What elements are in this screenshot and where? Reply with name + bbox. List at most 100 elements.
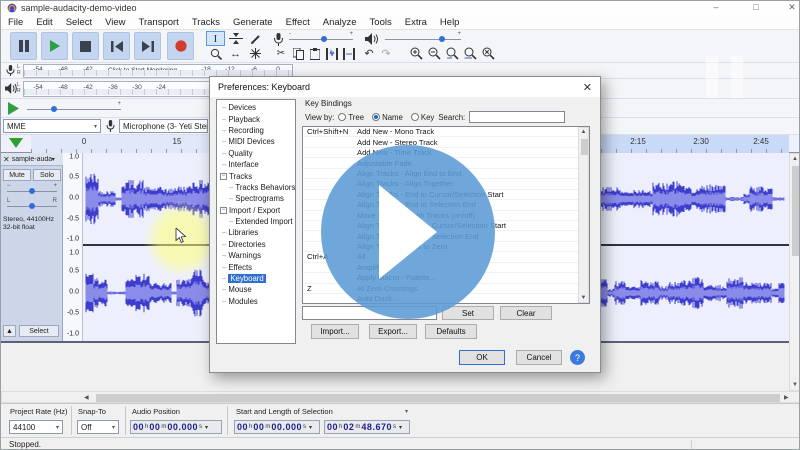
paste-button[interactable] <box>307 46 323 61</box>
menu-item-analyze[interactable]: Analyze <box>323 17 357 28</box>
track-select-button[interactable]: Select <box>19 325 59 337</box>
defaults-button[interactable]: Defaults <box>425 324 477 339</box>
binding-row[interactable]: Ctrl+Shift+NAdd New - Mono Track <box>303 127 589 137</box>
tree-item-recording[interactable]: –Recording <box>219 125 295 136</box>
collapse-track-button[interactable]: ▲ <box>3 325 16 337</box>
menu-item-tracks[interactable]: Tracks <box>192 17 220 28</box>
play-speed-thumb[interactable] <box>51 106 57 112</box>
zoom-tool-button[interactable] <box>206 46 225 61</box>
fit-project-button[interactable] <box>462 46 479 61</box>
scroll-down-icon[interactable]: ▼ <box>790 382 800 388</box>
ruler-right-segment[interactable]: 2:152:302:45 <box>601 135 789 153</box>
tree-item-keyboard[interactable]: –Keyboard <box>219 273 295 284</box>
track-menu-chevron-icon[interactable]: ▾ <box>52 156 55 163</box>
search-input[interactable] <box>469 111 565 123</box>
tree-item-midi-devices[interactable]: –MIDI Devices <box>219 136 295 147</box>
skip-to-start-button[interactable] <box>103 32 130 60</box>
zoom-toggle-button[interactable] <box>480 46 497 61</box>
time-field-chevron-icon[interactable]: ▾ <box>205 424 208 431</box>
menu-item-tools[interactable]: Tools <box>370 17 392 28</box>
zoom-in-button[interactable] <box>408 46 425 61</box>
bindings-scrollbar[interactable]: ▲ ▼ <box>578 127 589 303</box>
help-button[interactable]: ? <box>570 350 585 365</box>
cancel-button[interactable]: Cancel <box>516 350 562 365</box>
audio-host-select[interactable]: MME▾ <box>3 119 101 133</box>
pan-slider[interactable]: LR <box>7 206 57 207</box>
scroll-left-icon[interactable]: ◀ <box>84 394 89 401</box>
track-close-icon[interactable]: ✕ <box>1 155 12 164</box>
menu-item-generate[interactable]: Generate <box>233 17 273 28</box>
pause-button[interactable] <box>10 32 37 60</box>
maximize-button-icon[interactable]: □ <box>749 2 763 12</box>
copy-button[interactable] <box>290 46 306 61</box>
tree-item-tracks[interactable]: −Tracks <box>219 170 295 181</box>
vertical-scale[interactable]: 1.00.50.0-0.5-1.01.00.50.0-0.5-1.0 <box>63 153 83 341</box>
vertical-scroll-thumb[interactable] <box>792 166 800 256</box>
tree-item-spectrograms[interactable]: –Spectrograms <box>219 193 295 204</box>
fit-selection-button[interactable] <box>444 46 461 61</box>
playback-volume-thumb[interactable] <box>439 36 445 42</box>
envelope-tool-button[interactable] <box>226 31 245 46</box>
menu-item-transport[interactable]: Transport <box>139 17 179 28</box>
audio-position-field[interactable]: 00h00m00.000s▾ <box>130 420 222 434</box>
pan-thumb[interactable] <box>29 203 35 209</box>
view-by-radio-tree[interactable]: Tree <box>338 113 364 122</box>
stop-button[interactable] <box>72 32 99 60</box>
close-button-icon[interactable]: ✕ <box>785 2 799 13</box>
menu-item-effect[interactable]: Effect <box>286 17 310 28</box>
bindings-scroll-thumb[interactable] <box>581 139 588 155</box>
gain-slider[interactable]: −+ <box>7 191 57 192</box>
tree-item-devices[interactable]: –Devices <box>219 102 295 113</box>
scroll-up-icon[interactable]: ▲ <box>579 129 588 135</box>
binding-row[interactable]: Add New - Stereo Track <box>303 137 589 147</box>
tree-item-warnings[interactable]: –Warnings <box>219 250 295 261</box>
scroll-down-icon[interactable]: ▼ <box>579 295 588 301</box>
tree-item-modules[interactable]: –Modules <box>219 296 295 307</box>
time-field-chevron-icon[interactable]: ▾ <box>309 424 312 431</box>
horizontal-scrollbar[interactable]: ◀ ▶ <box>1 391 800 403</box>
view-by-radio-key[interactable]: Key <box>411 113 434 122</box>
gain-thumb[interactable] <box>29 188 35 194</box>
tree-collapse-icon[interactable]: − <box>220 207 227 214</box>
tree-item-playback[interactable]: –Playback <box>219 113 295 124</box>
play-at-speed-icon[interactable] <box>7 102 20 115</box>
tree-item-effects[interactable]: –Effects <box>219 261 295 272</box>
recording-volume-thumb[interactable] <box>321 36 327 42</box>
tree-item-libraries[interactable]: –Libraries <box>219 227 295 238</box>
cut-button[interactable]: ✂ <box>273 46 289 61</box>
track-name[interactable]: sample-auda <box>12 156 52 163</box>
selection-start-field[interactable]: 00h00m00.000s▾ <box>234 420 320 434</box>
play-button[interactable] <box>41 32 68 60</box>
tree-item-directories[interactable]: –Directories <box>219 239 295 250</box>
record-button[interactable] <box>167 32 194 60</box>
menu-item-edit[interactable]: Edit <box>36 17 52 28</box>
horizontal-scroll-thumb[interactable] <box>96 394 780 402</box>
recording-volume-slider[interactable]: -+ <box>289 39 353 40</box>
play-speed-slider[interactable]: + <box>27 109 121 110</box>
scroll-up-icon[interactable]: ▲ <box>790 156 800 162</box>
snap-to-select[interactable]: Off▾ <box>77 420 119 434</box>
skip-to-end-button[interactable] <box>134 32 161 60</box>
selection-length-field[interactable]: 00h02m48.670s▾ <box>324 420 410 434</box>
video-play-overlay[interactable] <box>321 145 495 319</box>
view-by-radio-name[interactable]: Name <box>372 113 403 122</box>
export-button[interactable]: Export... <box>369 324 417 339</box>
minimize-button-icon[interactable]: – <box>709 2 723 12</box>
timeline-options-icon[interactable] <box>9 138 23 148</box>
tree-item-mouse[interactable]: –Mouse <box>219 284 295 295</box>
project-rate-select[interactable]: 44100▾ <box>9 420 63 434</box>
menu-item-select[interactable]: Select <box>66 17 92 28</box>
playback-volume-slider[interactable]: + <box>385 39 461 40</box>
vertical-scrollbar[interactable]: ▲ ▼ <box>789 153 800 391</box>
tree-item-interface[interactable]: –Interface <box>219 159 295 170</box>
tree-item-tracks-behaviors[interactable]: –Tracks Behaviors <box>219 182 295 193</box>
menu-item-help[interactable]: Help <box>440 17 460 28</box>
time-shift-tool-button[interactable]: ↔ <box>226 46 245 61</box>
time-field-chevron-icon[interactable]: ▾ <box>399 424 402 431</box>
trim-audio-button[interactable] <box>324 46 340 61</box>
redo-button[interactable]: ↷ <box>378 46 394 61</box>
tree-item-import-export[interactable]: −Import / Export <box>219 205 295 216</box>
solo-button[interactable]: Solo <box>33 169 61 181</box>
selection-tool-button[interactable]: I <box>206 31 225 46</box>
dialog-close-icon[interactable]: ✕ <box>583 81 592 94</box>
